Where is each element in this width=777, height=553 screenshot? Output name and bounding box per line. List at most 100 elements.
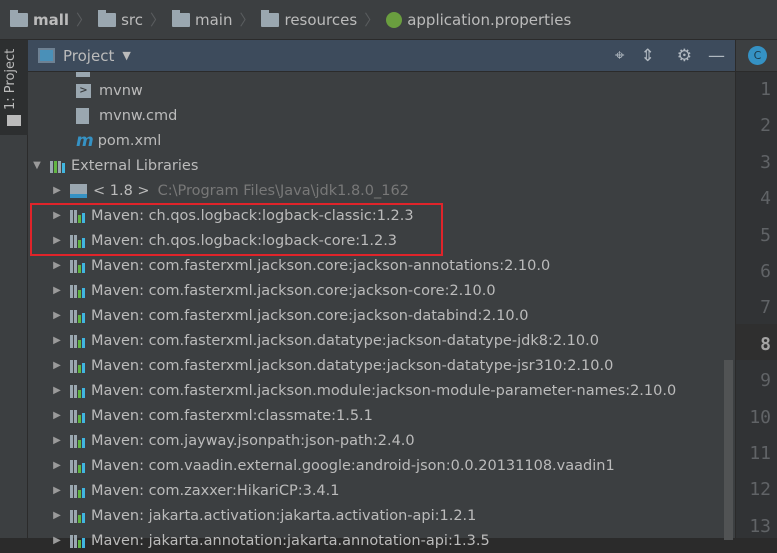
item-label: mvnw xyxy=(99,82,143,99)
tree-item-library[interactable]: ▶ Maven: com.jayway.jsonpath:json-path:2.… xyxy=(50,428,415,453)
crumb-label: resources xyxy=(284,10,358,29)
maven-library-icon xyxy=(70,359,87,373)
module-folder-icon xyxy=(10,9,28,27)
item-label: mvnw.cmd xyxy=(99,107,178,124)
tree-item-library[interactable]: ▶ Maven: com.vaadin.external.google:andro… xyxy=(50,453,615,478)
crumb-label: mall xyxy=(33,10,70,29)
breadcrumb-main[interactable]: main xyxy=(171,9,233,29)
maven-library-icon xyxy=(70,409,87,423)
panel-title[interactable]: Project xyxy=(63,47,114,65)
folder-icon xyxy=(98,9,117,27)
collapsed-arrow-icon[interactable]: ▶ xyxy=(50,260,64,271)
item-label: Maven: com.fasterxml.jackson.module:jack… xyxy=(91,382,677,399)
separator: 〉 xyxy=(149,11,165,29)
item-label: Maven: com.fasterxml.jackson.core:jackso… xyxy=(91,307,529,324)
editor-tab[interactable]: C xyxy=(736,40,777,72)
tree-item-library[interactable]: ▶ Maven: com.fasterxml.jackson.datatype:j… xyxy=(50,353,613,378)
collapsed-arrow-icon[interactable]: ▶ xyxy=(50,285,64,296)
maven-library-icon xyxy=(70,434,87,448)
item-label: External Libraries xyxy=(71,157,199,174)
item-label: < 1.8 > xyxy=(93,182,150,199)
tree-item-mvnw[interactable]: > mvnw xyxy=(76,78,143,103)
maven-library-icon xyxy=(70,384,87,398)
maven-library-icon xyxy=(70,484,87,498)
folder-icon xyxy=(171,9,190,27)
line-number: 9 xyxy=(760,370,771,392)
breadcrumb: mall 〉 src 〉 main 〉 resources 〉 application.… xyxy=(0,0,777,40)
panel-header: Project ▼ ⌖ ⇕ ⚙ — xyxy=(28,40,735,72)
tree-item-library[interactable]: ▶ Maven: com.zaxxer:HikariCP:3.4.1 xyxy=(50,478,339,503)
item-label: pom.xml xyxy=(97,132,162,149)
tree-item-library[interactable]: ▶ Maven: jakarta.annotation:jakarta.annot… xyxy=(50,528,490,553)
crumb-label: src xyxy=(121,10,143,29)
line-number: 10 xyxy=(749,406,771,428)
chevron-down-icon[interactable]: ▼ xyxy=(122,49,130,62)
collapsed-arrow-icon[interactable]: ▶ xyxy=(50,335,64,346)
collapsed-arrow-icon[interactable]: ▶ xyxy=(50,360,64,371)
line-number: 3 xyxy=(760,151,771,173)
project-view-icon xyxy=(38,48,55,63)
maven-library-icon xyxy=(70,334,87,348)
breadcrumb-src[interactable]: src xyxy=(98,9,143,29)
spring-properties-icon xyxy=(386,11,403,28)
collapsed-arrow-icon[interactable]: ▶ xyxy=(50,510,64,521)
line-number: 1 xyxy=(760,79,771,100)
tree-item-mvnw-cmd[interactable]: mvnw.cmd xyxy=(76,103,177,128)
collapsed-arrow-icon[interactable]: ▶ xyxy=(50,310,64,321)
tree-item-library[interactable]: ▶ Maven: com.fasterxml.jackson.module:jac… xyxy=(50,378,676,403)
project-tool-tab[interactable]: 1: Project xyxy=(0,40,28,135)
maven-library-icon xyxy=(70,534,87,548)
line-number: 12 xyxy=(749,479,771,501)
text-file-icon xyxy=(76,107,89,124)
collapsed-arrow-icon[interactable]: ▶ xyxy=(50,385,64,396)
item-label: Maven: com.fasterxml:classmate:1.5.1 xyxy=(91,407,373,424)
locate-icon[interactable]: ⌖ xyxy=(615,46,625,66)
minimize-icon[interactable]: — xyxy=(708,46,725,66)
tree-item-library[interactable]: ▶ Maven: com.fasterxml.jackson.core:jacks… xyxy=(50,278,496,303)
tree-item-library[interactable]: ▶ Maven: com.fasterxml.jackson.datatype:j… xyxy=(50,328,599,353)
tree-item-library[interactable]: ▶ Maven: com.fasterxml.jackson.core:jacks… xyxy=(50,303,528,328)
maven-library-icon xyxy=(70,509,87,523)
separator: 〉 xyxy=(76,11,92,29)
tree-item-library[interactable]: ▶ Maven: com.fasterxml:classmate:1.5.1 xyxy=(50,403,373,428)
tab-label: 1: Project xyxy=(3,48,18,110)
item-label: Maven: jakarta.annotation:jakarta.annota… xyxy=(91,532,490,549)
line-number: 8 xyxy=(760,333,771,355)
breadcrumb-resources[interactable]: resources xyxy=(261,9,358,29)
line-number: 5 xyxy=(760,224,771,246)
line-number: 4 xyxy=(760,188,771,210)
line-number: 2 xyxy=(760,115,771,137)
gear-icon[interactable]: ⚙ xyxy=(677,46,692,66)
collapsed-arrow-icon[interactable]: ▶ xyxy=(50,485,64,496)
collapsed-arrow-icon[interactable]: ▶ xyxy=(50,410,64,421)
collapsed-arrow-icon[interactable]: ▶ xyxy=(50,535,64,546)
tree-item-jdk[interactable]: ▶ < 1.8 > C:\Program Files\Java\jdk1.8.0_1… xyxy=(50,178,409,203)
line-number: 7 xyxy=(760,297,771,319)
item-label: Maven: com.zaxxer:HikariCP:3.4.1 xyxy=(91,482,340,499)
item-label: Maven: com.jayway.jsonpath:json-path:2.4… xyxy=(91,432,415,449)
item-label: Maven: com.fasterxml.jackson.core:jackso… xyxy=(91,282,496,299)
folder-icon xyxy=(7,115,21,126)
tree-item-library[interactable]: ▶ Maven: jakarta.activation:jakarta.activ… xyxy=(50,503,476,528)
breadcrumb-file[interactable]: application.properties xyxy=(386,11,571,29)
collapsed-arrow-icon[interactable]: ▶ xyxy=(50,460,64,471)
breadcrumb-mall[interactable]: mall xyxy=(10,9,70,29)
item-label: Maven: com.fasterxml.jackson.datatype:ja… xyxy=(91,357,614,374)
line-number: 11 xyxy=(749,443,771,464)
collapse-all-icon[interactable]: ⇕ xyxy=(641,46,655,66)
collapsed-arrow-icon[interactable]: ▶ xyxy=(50,185,64,196)
maven-library-icon xyxy=(70,459,87,473)
tree-item-library[interactable]: ▶ Maven: com.fasterxml.jackson.core:jacks… xyxy=(50,253,550,278)
crumb-label: main xyxy=(194,10,233,29)
expanded-arrow-icon[interactable]: ▼ xyxy=(30,160,44,171)
maven-library-icon xyxy=(70,284,87,298)
line-number: 13 xyxy=(749,515,771,537)
vertical-scrollbar[interactable] xyxy=(724,360,733,540)
maven-library-icon xyxy=(70,309,87,323)
left-tool-strip: 1: Project xyxy=(0,40,28,538)
tree-item-pom[interactable]: m pom.xml xyxy=(76,128,161,153)
item-label: Maven: com.fasterxml.jackson.datatype:ja… xyxy=(91,332,599,349)
collapsed-arrow-icon[interactable]: ▶ xyxy=(50,435,64,446)
shell-script-icon: > xyxy=(76,83,91,98)
tree-item-external-libraries[interactable]: ▼ External Libraries xyxy=(30,153,198,178)
